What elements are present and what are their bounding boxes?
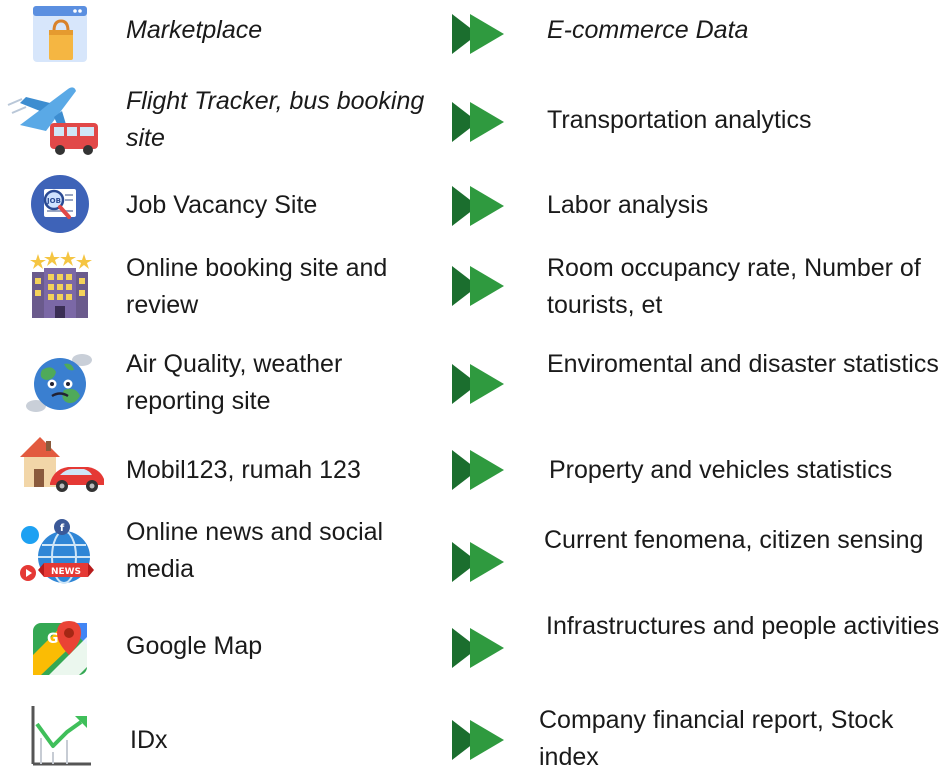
- source-label: Mobil123, rumah 123: [126, 456, 361, 484]
- house-car-icon: [14, 430, 108, 494]
- job-search-icon: JOB: [18, 172, 102, 236]
- earth-pollution-icon: [18, 346, 102, 418]
- double-arrow-icon: [452, 14, 504, 54]
- news-social-icon: f NEWS: [14, 516, 108, 596]
- hotel-icon: [18, 250, 102, 320]
- target-label: Enviromental and disaster statistics: [547, 350, 939, 378]
- target-label: Infrastructures and people activities: [546, 612, 940, 640]
- target-label: Current fenomena, citizen sensing: [544, 526, 924, 554]
- flight-bus-icon: [4, 80, 104, 160]
- svg-text:G: G: [47, 631, 59, 647]
- source-label: Flight Tracker, bus booking site: [126, 87, 425, 152]
- svg-text:JOB: JOB: [46, 197, 61, 205]
- target-label: Room occupancy rate, Number of tourists,…: [547, 254, 921, 319]
- mapping-row-property: Mobil123, rumah 123 Property and vehicle…: [0, 430, 941, 500]
- double-arrow-icon: [452, 542, 504, 582]
- source-label: Online booking site and review: [126, 254, 388, 319]
- mapping-row-transportation: Flight Tracker, bus booking site Transpo…: [0, 80, 941, 164]
- double-arrow-icon: [452, 364, 504, 404]
- double-arrow-icon: [452, 266, 504, 306]
- source-label: Marketplace: [126, 16, 263, 44]
- target-label: Company financial report, Stock index: [539, 706, 894, 771]
- svg-text:NEWS: NEWS: [51, 567, 81, 577]
- stock-chart-icon: [18, 702, 102, 768]
- source-label: IDx: [130, 726, 168, 754]
- svg-text:f: f: [60, 523, 65, 534]
- source-label: Air Quality, weather reporting site: [126, 350, 343, 415]
- mapping-row-labor: JOB Job Vacancy Site Labor analysis: [0, 172, 941, 236]
- target-label: Transportation analytics: [547, 106, 812, 134]
- marketplace-icon: [18, 4, 102, 66]
- target-label: E-commerce Data: [547, 16, 749, 44]
- double-arrow-icon: [452, 628, 504, 668]
- mapping-row-tourism: Online booking site and review Room occu…: [0, 246, 941, 330]
- source-label: Job Vacancy Site: [126, 191, 318, 219]
- double-arrow-icon: [452, 186, 504, 226]
- google-maps-icon: G: [18, 616, 102, 680]
- double-arrow-icon: [452, 720, 504, 760]
- double-arrow-icon: [452, 450, 504, 490]
- source-label: Google Map: [126, 632, 263, 660]
- target-label: Labor analysis: [547, 191, 709, 219]
- mapping-row-maps: G Google Map Infrastructures and people …: [0, 606, 941, 690]
- mapping-row-marketplace: Marketplace E-commerce Data: [0, 0, 941, 64]
- mapping-row-news: f NEWS Online news and social media Curr…: [0, 512, 941, 602]
- source-label: Online news and social media: [126, 518, 384, 583]
- target-label: Property and vehicles statistics: [549, 456, 893, 484]
- double-arrow-icon: [452, 102, 504, 142]
- mapping-row-finance: IDx Company financial report, Stock inde…: [0, 696, 941, 771]
- mapping-row-environment: Air Quality, weather reporting site Envi…: [0, 342, 941, 426]
